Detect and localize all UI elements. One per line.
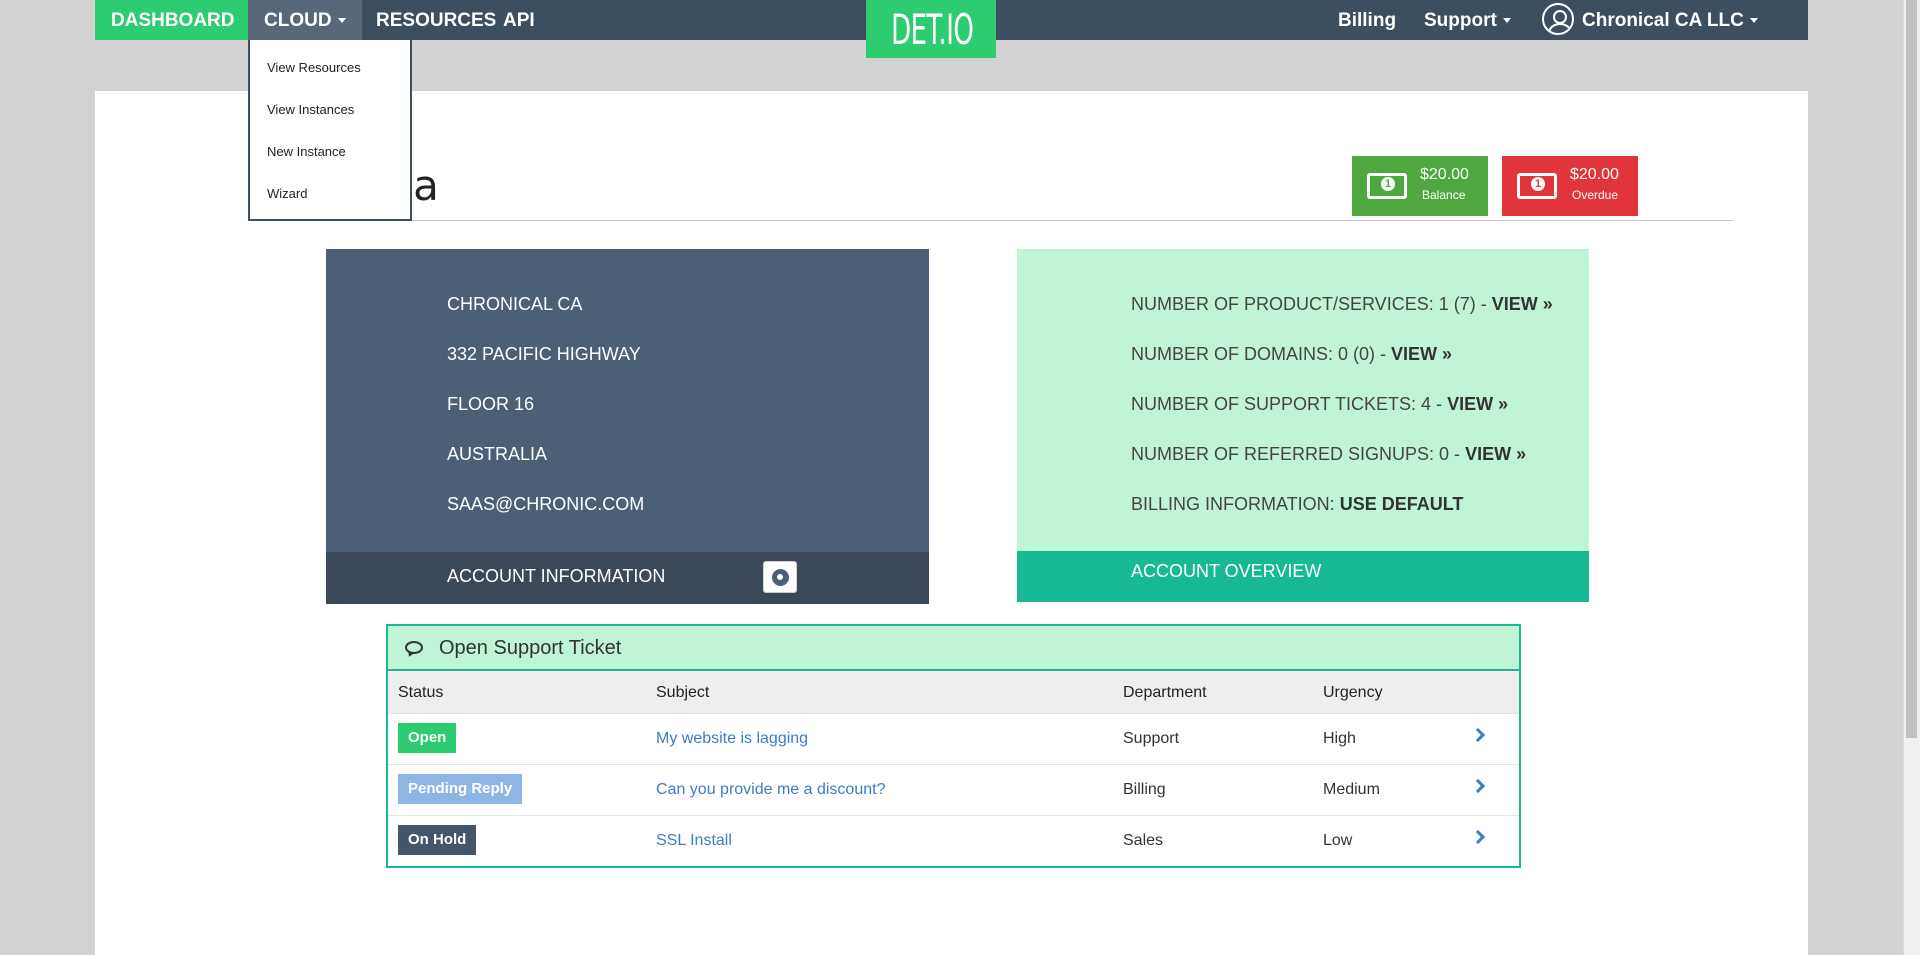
account-overview-footer: ACCOUNT OVERVIEW	[1017, 551, 1589, 602]
view-domains-link[interactable]: VIEW »	[1391, 344, 1452, 364]
account-name: Chronical CA LLC	[1582, 10, 1744, 31]
company-name: CHRONICAL CA	[447, 294, 583, 314]
money-bill-icon	[1517, 173, 1557, 199]
ticket-urgency: Low	[1323, 832, 1353, 849]
tickets-text: NUMBER OF SUPPORT TICKETS: 4 -	[1131, 394, 1443, 414]
vertical-scrollbar[interactable]	[1903, 0, 1920, 955]
view-products-link[interactable]: VIEW »	[1492, 294, 1553, 314]
chevron-right-icon[interactable]	[1470, 778, 1486, 794]
nav-cloud[interactable]: CLOUD	[248, 0, 362, 40]
caret-down-icon	[337, 18, 346, 24]
chevron-right-icon[interactable]	[1470, 727, 1486, 743]
ticket-urgency: Medium	[1323, 781, 1380, 798]
nav-support-label: Support	[1424, 10, 1497, 31]
status-badge: On Hold	[398, 825, 477, 855]
table-header: Status Subject Department Urgency	[388, 672, 1519, 713]
column-department: Department	[1123, 684, 1207, 701]
account-information-label: ACCOUNT INFORMATION	[447, 566, 666, 586]
ticket-department: Support	[1123, 730, 1180, 747]
address-line-2: FLOOR 16	[447, 394, 535, 414]
ticket-subject-link[interactable]: Can you provide me a discount?	[656, 781, 885, 799]
menu-item-wizard[interactable]: Wizard	[267, 186, 307, 201]
email: SAAS@CHRONIC.COM	[447, 494, 645, 514]
balance-badge[interactable]: $20.00 Balance	[1352, 156, 1488, 216]
support-tickets-panel: Open Support Ticket Status Subject Depar…	[386, 624, 1521, 868]
table-row[interactable]: Pending Reply Can you provide me a disco…	[388, 764, 1519, 815]
balance-label: Balance	[1422, 188, 1466, 202]
view-referred-link[interactable]: VIEW »	[1465, 444, 1526, 464]
logo[interactable]: DET.IO	[866, 0, 996, 58]
tickets-title: Open Support Ticket	[439, 637, 622, 659]
billing-information: BILLING INFORMATION: USE DEFAULT	[1131, 494, 1463, 515]
scrollbar-thumb[interactable]	[1906, 0, 1917, 738]
chevron-right-icon[interactable]	[1470, 829, 1486, 845]
menu-item-view-resources[interactable]: View Resources	[267, 60, 361, 75]
account-information-footer: ACCOUNT INFORMATION	[326, 552, 929, 604]
ticket-department: Billing	[1123, 781, 1166, 798]
nav-api[interactable]: API	[487, 0, 551, 40]
caret-down-icon	[1502, 18, 1511, 24]
referred-text: NUMBER OF REFERRED SIGNUPS: 0 -	[1131, 444, 1461, 464]
overdue-amount: $20.00	[1570, 166, 1619, 183]
ticket-department: Sales	[1123, 832, 1164, 849]
view-tickets-link[interactable]: VIEW »	[1447, 394, 1508, 414]
menu-item-new-instance[interactable]: New Instance	[267, 144, 346, 159]
overdue-label: Overdue	[1572, 188, 1619, 202]
nav-cloud-label: CLOUD	[264, 10, 332, 31]
table-row[interactable]: On Hold SSL Install Sales Low	[388, 815, 1519, 866]
referred-count: NUMBER OF REFERRED SIGNUPS: 0 - VIEW »	[1131, 444, 1526, 465]
domains-text: NUMBER OF DOMAINS: 0 (0) -	[1131, 344, 1387, 364]
table-row[interactable]: Open My website is lagging Support High	[388, 713, 1519, 764]
billing-value: USE DEFAULT	[1339, 494, 1464, 514]
account-overview-panel: NUMBER OF PRODUCT/SERVICES: 1 (7) - VIEW…	[1017, 249, 1589, 602]
nav-account-menu[interactable]: Chronical CA LLC	[1526, 0, 1774, 40]
money-bill-icon	[1367, 173, 1407, 199]
ticket-urgency: High	[1323, 730, 1356, 747]
overdue-badge[interactable]: $20.00 Overdue	[1502, 156, 1638, 216]
products-text: NUMBER OF PRODUCT/SERVICES: 1 (7) -	[1131, 294, 1487, 314]
tickets-count: NUMBER OF SUPPORT TICKETS: 4 - VIEW »	[1131, 394, 1508, 415]
nav-support[interactable]: Support	[1408, 0, 1527, 40]
gear-icon	[772, 569, 789, 586]
tickets-header: Open Support Ticket	[388, 626, 1519, 671]
top-navbar: DASHBOARD CLOUD RESOURCES API DET.IO Bil…	[95, 0, 1808, 58]
ticket-subject-link[interactable]: My website is lagging	[656, 730, 808, 748]
balance-amount: $20.00	[1420, 166, 1469, 183]
nav-billing[interactable]: Billing	[1322, 0, 1412, 40]
products-count: NUMBER OF PRODUCT/SERVICES: 1 (7) - VIEW…	[1131, 294, 1553, 315]
caret-down-icon	[1749, 18, 1758, 24]
domains-count: NUMBER OF DOMAINS: 0 (0) - VIEW »	[1131, 344, 1452, 365]
ticket-subject-link[interactable]: SSL Install	[656, 832, 732, 850]
logo-text: DET.IO	[891, 5, 974, 54]
user-avatar-icon	[1542, 2, 1574, 35]
menu-item-view-instances[interactable]: View Instances	[267, 102, 354, 117]
divider	[406, 220, 1733, 221]
account-settings-button[interactable]	[763, 561, 797, 593]
column-subject: Subject	[656, 684, 710, 701]
status-badge: Pending Reply	[398, 774, 523, 804]
cloud-dropdown-menu: View Resources View Instances New Instan…	[248, 40, 412, 221]
column-status: Status	[398, 684, 444, 701]
account-information-panel: CHRONICAL CA 332 PACIFIC HIGHWAY FLOOR 1…	[326, 249, 929, 604]
country: AUSTRALIA	[447, 444, 548, 464]
billing-label: BILLING INFORMATION:	[1131, 494, 1335, 514]
account-overview-label: ACCOUNT OVERVIEW	[1131, 561, 1322, 581]
nav-dashboard[interactable]: DASHBOARD	[95, 0, 251, 40]
column-urgency: Urgency	[1323, 684, 1383, 701]
comment-icon	[405, 641, 423, 654]
address-line-1: 332 PACIFIC HIGHWAY	[447, 344, 641, 364]
status-badge: Open	[398, 723, 457, 753]
